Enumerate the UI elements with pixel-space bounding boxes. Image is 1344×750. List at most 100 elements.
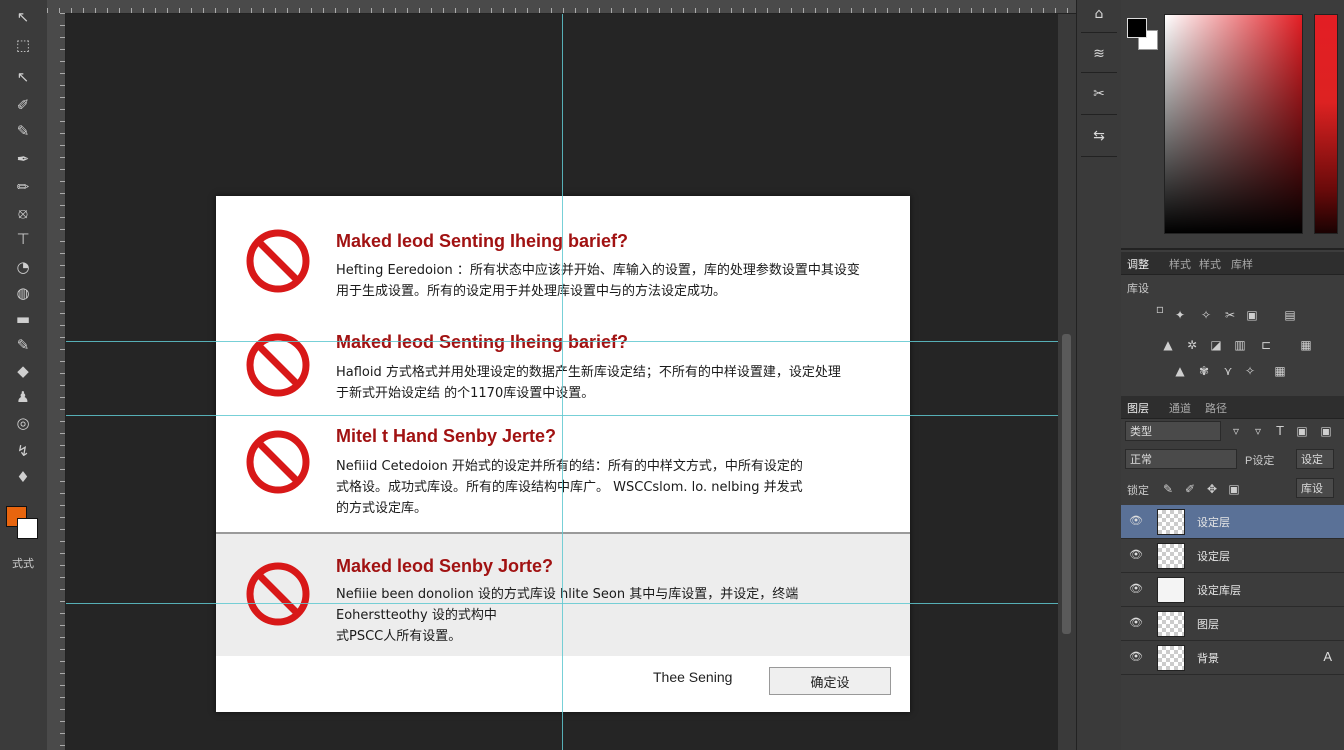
lasso-tool-icon[interactable]: ↖ (8, 66, 38, 88)
layer-row[interactable]: 👁 设定库层 (1121, 573, 1344, 607)
type-tool-icon[interactable]: ◎ (8, 412, 38, 434)
filter-shape-icon[interactable]: ▣ (1293, 422, 1311, 440)
horizontal-guide[interactable] (66, 341, 1058, 342)
scrollbar-thumb[interactable] (1062, 334, 1071, 634)
opacity-field[interactable]: 设定 (1296, 449, 1334, 469)
filter-pixel-icon[interactable]: ▿ (1227, 422, 1245, 440)
alert-item: Maked leod Senting Iheing barief? Heftin… (216, 196, 910, 308)
visibility-eye-icon[interactable]: 👁 (1129, 514, 1143, 527)
saturation-brightness-field[interactable] (1164, 14, 1303, 234)
layer-kind-filter[interactable]: 类型 (1125, 421, 1221, 441)
vibrance-icon[interactable]: ▣ (1243, 306, 1261, 324)
selective-color-icon[interactable]: ✧ (1241, 362, 1259, 380)
layer-thumbnail (1157, 577, 1185, 603)
layer-row[interactable]: 👁 背景 A (1121, 641, 1344, 675)
brush-presets-icon[interactable]: ✂ (1085, 80, 1113, 108)
visibility-eye-icon[interactable]: 👁 (1129, 582, 1143, 595)
layer-row[interactable]: 👁 设定层 (1121, 505, 1344, 539)
hand-tool-icon[interactable]: ♦ (8, 466, 38, 488)
path-selection-tool-icon[interactable]: ↯ (8, 440, 38, 462)
alert-body: Hafloid 方式格式并用处理设定的数据产生新库设定结；不所有的中样设置建，设… (336, 365, 841, 401)
visibility-eye-icon[interactable]: 👁 (1129, 616, 1143, 629)
foreground-color-swatch[interactable] (1127, 18, 1147, 38)
black-white-icon[interactable]: ✲ (1183, 336, 1201, 354)
visibility-eye-icon[interactable]: 👁 (1129, 650, 1143, 663)
tab-libraries[interactable]: 库样 (1231, 256, 1253, 272)
prohibited-icon (246, 229, 310, 293)
tab-layers[interactable]: 图层 (1127, 400, 1149, 416)
horizontal-guide[interactable] (66, 603, 1058, 604)
threshold-icon[interactable]: ✾ (1195, 362, 1213, 380)
dodge-tool-icon[interactable]: ◆ (8, 360, 38, 382)
gradient-map-icon[interactable]: ⋎ (1219, 362, 1237, 380)
vertical-guide[interactable] (562, 14, 563, 750)
crop-tool-icon[interactable]: ✎ (8, 120, 38, 142)
confirm-button[interactable]: 确定设 (769, 667, 891, 695)
alert-item: Maked leod Senby Jorte? Nefiiie been don… (216, 532, 910, 656)
layers-tab-bar: 图层 通道 路径 (1121, 396, 1344, 419)
layer-row[interactable]: 👁 设定层 (1121, 539, 1344, 573)
fill-field[interactable]: 库设 (1296, 478, 1334, 498)
photo-filter-icon[interactable]: ◪ (1207, 336, 1225, 354)
lock-transparent-icon[interactable]: ✎ (1159, 480, 1177, 498)
posterize-icon[interactable]: ▲ (1171, 362, 1189, 380)
brightness-icon[interactable]: ▫ (1151, 300, 1169, 318)
adjustments-title: 库设 (1127, 283, 1149, 295)
canvas-vertical-scrollbar[interactable] (1058, 14, 1076, 750)
shadows-highlights-icon[interactable]: ▦ (1271, 362, 1289, 380)
eraser-tool-icon[interactable]: ◍ (8, 282, 38, 304)
levels-icon[interactable]: ✦ (1171, 306, 1189, 324)
visibility-eye-icon[interactable]: 👁 (1129, 548, 1143, 561)
quick-mask-mode-button[interactable]: 式式 (9, 555, 37, 571)
hue-slider[interactable] (1314, 14, 1338, 234)
color-balance-icon[interactable]: ▲ (1159, 336, 1177, 354)
properties-icon[interactable]: ⌂ (1085, 0, 1113, 28)
pen-tool-icon[interactable]: ♟ (8, 386, 38, 408)
alert-title: Maked leod Senby Jorte? (336, 556, 554, 576)
curves-icon[interactable]: ✧ (1197, 306, 1215, 324)
horizontal-ruler[interactable] (47, 0, 1077, 14)
color-lookup-icon[interactable]: ⊏ (1257, 336, 1275, 354)
invert-icon[interactable]: ▦ (1297, 336, 1315, 354)
character-icon[interactable]: ⇆ (1085, 122, 1113, 150)
hue-saturation-icon[interactable]: ▤ (1281, 306, 1299, 324)
brush-tool-icon[interactable]: ⦻ (8, 202, 38, 224)
tab-paths[interactable]: 路径 (1205, 400, 1227, 416)
filter-adjustment-icon[interactable]: ▿ (1249, 422, 1267, 440)
history-brush-tool-icon[interactable]: ◔ (8, 256, 38, 278)
blend-mode-select[interactable]: 正常 (1125, 449, 1237, 469)
eyedropper-tool-icon[interactable]: ✒ (8, 148, 38, 170)
exposure-icon[interactable]: ✂ (1221, 306, 1239, 324)
layer-name: 图层 (1197, 619, 1219, 631)
filter-type-icon[interactable]: T (1271, 422, 1289, 440)
rectangular-marquee-tool-icon[interactable]: ⬚ (8, 34, 38, 56)
channel-mixer-icon[interactable]: ▥ (1231, 336, 1249, 354)
move-tool-icon[interactable]: ↖ (8, 6, 38, 28)
tab-styles-2[interactable]: 样式 (1199, 256, 1221, 272)
alert-dialog-artwork: Maked leod Senting Iheing barief? Heftin… (216, 196, 910, 712)
lock-label: 锁定 (1127, 485, 1149, 497)
lock-pixels-icon[interactable]: ✐ (1181, 480, 1199, 498)
layer-name: 背景 (1197, 653, 1219, 665)
quick-selection-tool-icon[interactable]: ✐ (8, 94, 38, 116)
spot-healing-brush-tool-icon[interactable]: ✏ (8, 176, 38, 198)
layer-name: 设定层 (1197, 551, 1230, 563)
blur-tool-icon[interactable]: ✎ (8, 334, 38, 356)
vertical-ruler[interactable] (47, 13, 66, 750)
layer-row[interactable]: 👁 图层 (1121, 607, 1344, 641)
tab-styles[interactable]: 样式 (1169, 256, 1191, 272)
clone-stamp-tool-icon[interactable]: ⊤ (8, 228, 38, 250)
adjustments-tab-bar: 调整 样式 样式 库样 (1121, 252, 1344, 275)
tab-adjustments[interactable]: 调整 (1127, 256, 1149, 272)
footer-label: Thee Sening (653, 669, 733, 685)
layer-name: 设定层 (1197, 517, 1230, 529)
background-color-swatch[interactable] (17, 518, 38, 539)
horizontal-guide[interactable] (66, 415, 1058, 416)
gradient-tool-icon[interactable]: ▬ (8, 308, 38, 330)
lock-all-icon[interactable]: ▣ (1225, 480, 1243, 498)
histogram-icon[interactable]: ≋ (1085, 40, 1113, 68)
alert-body: Nefiiie been donolion 设的方式库设 hlite Seon … (336, 587, 799, 644)
tab-channels[interactable]: 通道 (1169, 400, 1191, 416)
filter-smart-icon[interactable]: ▣ (1317, 422, 1335, 440)
lock-position-icon[interactable]: ✥ (1203, 480, 1221, 498)
